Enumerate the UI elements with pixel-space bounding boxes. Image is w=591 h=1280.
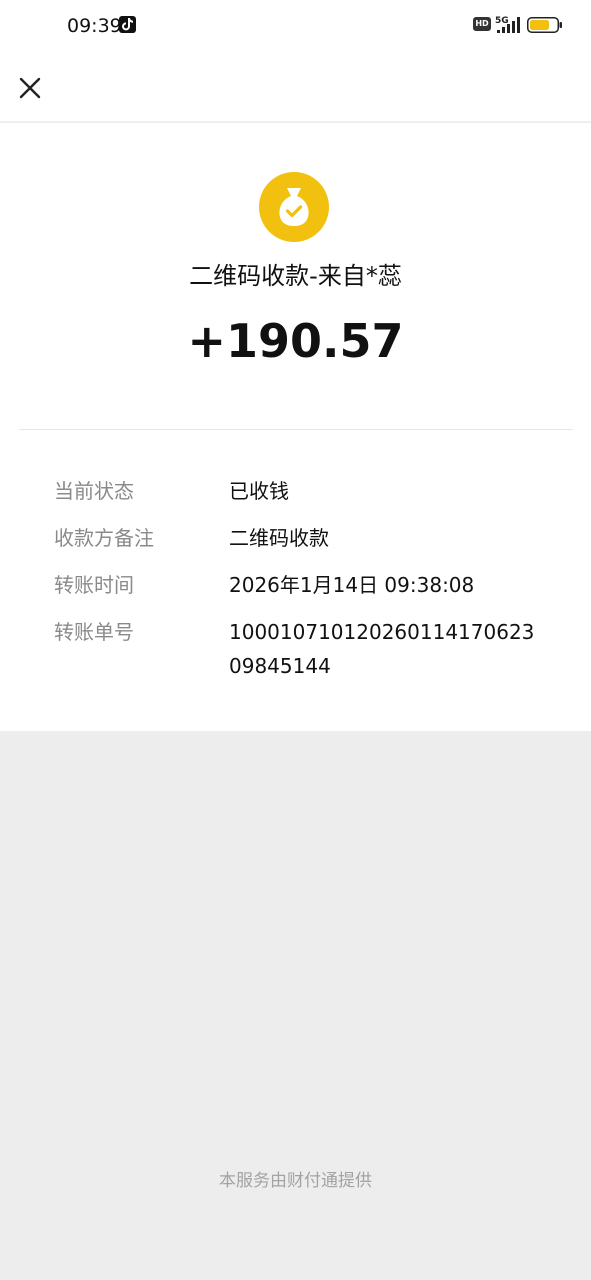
detail-label: 转账单号 [54,620,134,644]
detail-value: 已收钱 [229,479,289,503]
battery-icon [527,17,563,37]
screen: 09:39 HD 5G 二维码收款-来自*蕊 +190.57 当前状态 已收钱 … [0,0,591,1280]
tiktok-icon [119,16,136,33]
hd-badge: HD [473,17,491,31]
close-icon [19,77,41,99]
status-time: 09:39 [67,15,122,37]
status-bar: 09:39 HD 5G [0,0,591,52]
close-button[interactable] [14,72,46,104]
detail-value: 二维码收款 [229,526,329,550]
detail-label: 收款方备注 [54,526,154,550]
detail-value: 2026年1月14日 09:38:08 [229,573,475,597]
divider [19,429,573,430]
footer-provider-text: 本服务由财付通提供 [219,1171,372,1191]
detail-label: 当前状态 [54,479,134,503]
receipt-title: 二维码收款-来自*蕊 [189,262,402,290]
svg-text:5G: 5G [495,16,509,26]
signal-5g-icon: 5G [495,14,523,40]
receipt-card: 二维码收款-来自*蕊 +190.57 当前状态 已收钱 收款方备注 二维码收款 … [0,123,591,731]
money-bag-check-icon [259,172,329,242]
detail-value[interactable]: 100010710120260114170623 09845144 [229,615,539,683]
receipt-amount: +190.57 [187,314,404,368]
detail-label: 转账时间 [54,573,134,597]
header [0,52,591,122]
